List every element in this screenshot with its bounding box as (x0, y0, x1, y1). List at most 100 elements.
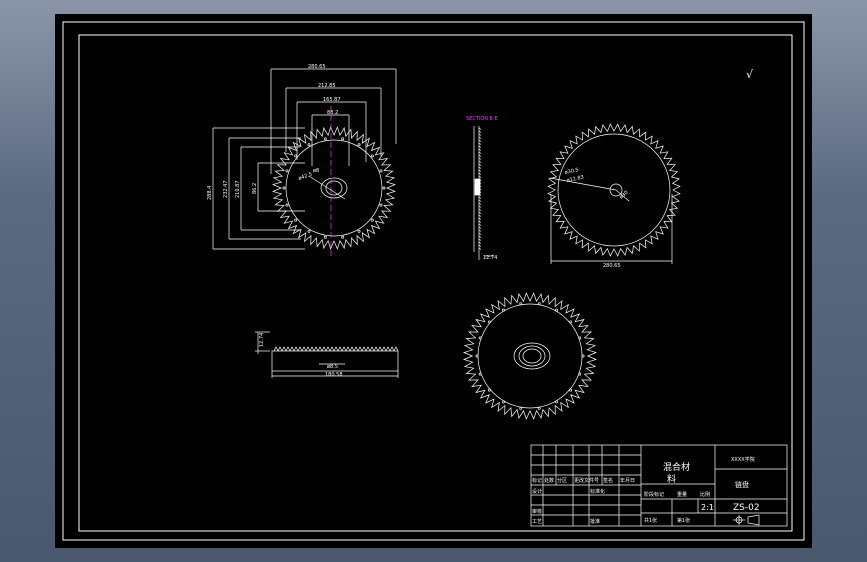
projection-symbol-icon (733, 514, 760, 526)
bolt-hole (294, 154, 298, 158)
edge-tooth (317, 346, 323, 352)
bolt-hole (487, 388, 491, 392)
tb-zone: 分区 (557, 477, 567, 484)
right-dim-width: 280.65 (603, 263, 621, 269)
bolt-hole (502, 400, 505, 404)
dim-h-4: 88.2 (327, 110, 338, 116)
edge-tooth (357, 346, 363, 352)
front-view (212, 68, 397, 258)
right-view (547, 123, 681, 264)
front-hub-label: ø8 (313, 168, 319, 174)
tb-check: 审核 (532, 508, 542, 515)
bolt-hole (519, 302, 523, 306)
bolt-hole (555, 308, 558, 312)
edge-tooth (285, 346, 291, 352)
bolt-hole (323, 137, 327, 141)
bolt-hole (478, 336, 482, 340)
edge-tooth (313, 346, 319, 352)
tb-sign: 签名 (603, 477, 613, 484)
edge-tooth (293, 346, 299, 352)
edge-tooth (309, 346, 315, 352)
bolt-hole (502, 308, 505, 312)
dim-h-1: 280.65 (308, 64, 326, 70)
tb-material-line2: 料 (667, 473, 676, 485)
edge-tooth (273, 346, 279, 352)
section-title: SECTION E-E (466, 116, 498, 122)
edge-view-teeth (273, 346, 399, 352)
edge-tooth (345, 346, 351, 352)
drawing-canvas: √ 280.65 212.85 165.87 88.2 288.4 232.47… (62, 21, 805, 541)
edge-tooth (329, 346, 335, 352)
dim-v-1: 288.4 (207, 186, 213, 200)
tb-scale: 2:1 (701, 503, 714, 512)
tb-sheets-total: 共1张 (644, 517, 657, 524)
outer-border (62, 21, 805, 541)
tb-weight: 重量 (677, 491, 687, 498)
bolt-hole (578, 372, 582, 376)
dim-v-4: 86.2 (252, 183, 258, 194)
bottom-gear-teeth (462, 292, 598, 420)
bolt-hole (357, 143, 361, 147)
edge-tooth (385, 346, 391, 352)
edge-tooth (377, 346, 383, 352)
tb-sheet-no: 第1张 (677, 517, 690, 524)
roughness-symbol: √ (746, 68, 754, 81)
edge-tooth (305, 346, 311, 352)
bolt-hole (285, 203, 289, 207)
tb-company: XXXX学院 (731, 456, 755, 463)
tb-ratio: 比例 (700, 491, 710, 498)
bolt-hole (307, 229, 311, 233)
tb-drawing-no: ZS-02 (733, 503, 760, 513)
right-gear-root-circle (557, 133, 671, 247)
edge-tooth (365, 346, 371, 352)
bolt-hole (382, 186, 386, 190)
edge-tooth (289, 346, 295, 352)
front-gear-teeth (272, 126, 396, 250)
tb-part-name: 链盘 (735, 480, 749, 489)
bolt-hole (357, 229, 361, 233)
bolt-hole (294, 218, 298, 222)
bottom-bolt-holes (475, 302, 585, 410)
edge-tooth (277, 346, 283, 352)
bottom-gear-root-circle (477, 303, 583, 409)
bolt-hole (487, 320, 491, 324)
edge-tooth (393, 346, 399, 352)
tb-stage: 阶段标记 (644, 491, 664, 498)
right-gear-teeth (547, 123, 681, 257)
bolt-hole (475, 354, 479, 358)
bolt-hole (370, 218, 374, 222)
edge-tooth (381, 346, 387, 352)
edge-tooth (369, 346, 375, 352)
tb-count: 处数 (544, 477, 554, 484)
bolt-hole (478, 372, 482, 376)
edge-tooth (341, 346, 347, 352)
edge-width: 180.58 (325, 372, 343, 378)
tb-design: 设计 (532, 488, 542, 495)
edge-tooth (325, 346, 331, 352)
cad-viewport[interactable]: √ 280.65 212.85 165.87 88.2 288.4 232.47… (55, 14, 812, 548)
bolt-hole (578, 336, 582, 340)
inner-border (78, 34, 793, 532)
bolt-hole (569, 320, 573, 324)
tb-mark: 标记 (532, 477, 542, 484)
bolt-hole (341, 137, 345, 141)
dim-h-3: 165.87 (323, 97, 341, 103)
edge-tooth (361, 346, 367, 352)
front-bolt-holes (282, 137, 386, 239)
bolt-hole (581, 354, 585, 358)
bolt-hole (379, 169, 383, 173)
bolt-hole (285, 169, 289, 173)
bolt-hole (307, 143, 311, 147)
edge-tooth (301, 346, 307, 352)
edge-tooth (349, 346, 355, 352)
edge-tooth (281, 346, 287, 352)
edge-tooth (321, 346, 327, 352)
edge-tooth (333, 346, 339, 352)
right-r1: ø30.5 (564, 167, 579, 176)
dim-h-2: 212.85 (318, 83, 336, 89)
bolt-hole (341, 235, 345, 239)
edge-tooth (297, 346, 303, 352)
dim-v-3: 210.87 (235, 181, 241, 199)
dim-v-2: 232.47 (223, 181, 229, 199)
tb-process: 工艺 (532, 519, 542, 525)
